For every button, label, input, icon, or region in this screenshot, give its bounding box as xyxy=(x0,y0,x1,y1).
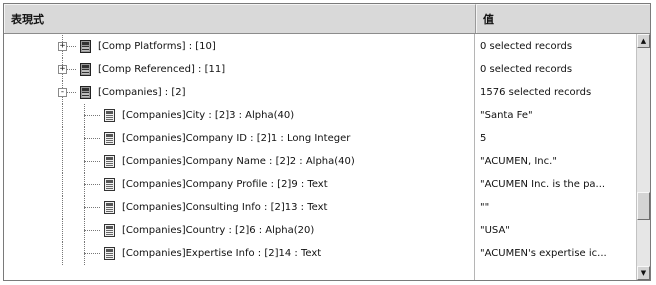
tree-branch-line xyxy=(84,207,100,208)
tree-connector-line xyxy=(62,127,63,150)
table-icon xyxy=(80,63,91,76)
tree-connector-line xyxy=(62,219,63,242)
tree-table-row[interactable]: + [Comp Referenced] : [11] 0 selected reco… xyxy=(4,58,636,81)
tree-connector-line xyxy=(62,150,63,173)
scroll-down-arrow-icon[interactable]: ▼ xyxy=(637,266,650,280)
table-icon xyxy=(80,40,91,53)
scrollbar-thumb[interactable] xyxy=(637,192,650,220)
tree-connector-line xyxy=(62,173,63,196)
expression-label: [Comp Platforms] : [10] xyxy=(98,41,216,52)
tree-branch-line xyxy=(84,230,100,231)
field-icon xyxy=(104,109,115,122)
tree-field-row[interactable]: [Companies]City : [2]3 : Alpha(40) "Santa… xyxy=(4,104,636,127)
expression-value: 0 selected records xyxy=(480,41,573,52)
expression-label: [Companies]Consulting Info : [2]13 : Tex… xyxy=(122,202,328,213)
expand-icon[interactable]: + xyxy=(58,65,67,74)
tree-connector-line xyxy=(62,104,63,127)
expression-value: "" xyxy=(480,202,490,213)
field-icon xyxy=(104,201,115,214)
tree-table-row[interactable]: - [Companies] : [2] 1576 selected records xyxy=(4,81,636,104)
tree-field-row[interactable]: [Companies]Country : [2]6 : Alpha(20) "US… xyxy=(4,219,636,242)
tree-field-row[interactable]: [Companies]Consulting Info : [2]13 : Tex… xyxy=(4,196,636,219)
tree-branch-line xyxy=(84,161,100,162)
vertical-scrollbar[interactable]: ▲ ▼ xyxy=(636,34,650,280)
field-icon xyxy=(104,247,115,260)
expression-label: [Companies]Country : [2]6 : Alpha(20) xyxy=(122,225,315,236)
table-icon xyxy=(80,86,91,99)
tree-connector-line xyxy=(62,242,63,265)
tree-field-row[interactable]: [Companies]Company Name : [2]2 : Alpha(4… xyxy=(4,150,636,173)
tree-table-row[interactable]: + [Comp Platforms] : [10] 0 selected recor… xyxy=(4,35,636,58)
tree-branch-line xyxy=(84,253,100,254)
expression-value: "ACUMEN, Inc." xyxy=(480,156,557,167)
expand-icon[interactable]: + xyxy=(58,42,67,51)
expression-label: [Comp Referenced] : [11] xyxy=(98,64,226,75)
scroll-up-arrow-icon[interactable]: ▲ xyxy=(637,34,650,48)
tree-branch-line xyxy=(84,138,100,139)
field-icon xyxy=(104,155,115,168)
value-column-header[interactable]: 值 xyxy=(476,4,650,33)
column-header: 表現式 值 xyxy=(4,4,650,34)
collapse-icon[interactable]: - xyxy=(58,88,67,97)
field-icon xyxy=(104,132,115,145)
tree-field-row[interactable]: [Companies]Expertise Info : [2]14 : Text… xyxy=(4,242,636,265)
expression-label: [Companies]Company Profile : [2]9 : Text xyxy=(122,179,328,190)
expression-value: "Santa Fe" xyxy=(480,110,533,121)
expression-label: [Companies] : [2] xyxy=(98,87,186,98)
field-icon xyxy=(104,224,115,237)
field-icon xyxy=(104,178,115,191)
expression-column-header[interactable]: 表現式 xyxy=(4,4,476,33)
expression-list-panel: 表現式 值 + [Comp Platforms] : [10] 0 selected… xyxy=(3,3,651,281)
expression-value: 1576 selected records xyxy=(480,87,592,98)
tree-field-row[interactable]: [Companies]Company ID : [2]1 : Long Inte… xyxy=(4,127,636,150)
tree-field-row[interactable]: [Companies]Company Profile : [2]9 : Text… xyxy=(4,173,636,196)
expression-value: "ACUMEN's expertise ic... xyxy=(480,248,607,259)
expression-label: [Companies]City : [2]3 : Alpha(40) xyxy=(122,110,295,121)
expression-value: 0 selected records xyxy=(480,64,573,75)
expression-value: "USA" xyxy=(480,225,510,236)
tree-connector-line xyxy=(62,196,63,219)
expression-label: [Companies]Expertise Info : [2]14 : Text xyxy=(122,248,322,259)
expression-label: [Companies]Company Name : [2]2 : Alpha(4… xyxy=(122,156,355,167)
tree-branch-line xyxy=(84,184,100,185)
expression-value: 5 xyxy=(480,133,487,144)
expression-tree: + [Comp Platforms] : [10] 0 selected recor… xyxy=(4,34,636,280)
expression-label: [Companies]Company ID : [2]1 : Long Inte… xyxy=(122,133,351,144)
tree-branch-line xyxy=(84,115,100,116)
expression-value: "ACUMEN Inc. is the pa... xyxy=(480,179,606,190)
